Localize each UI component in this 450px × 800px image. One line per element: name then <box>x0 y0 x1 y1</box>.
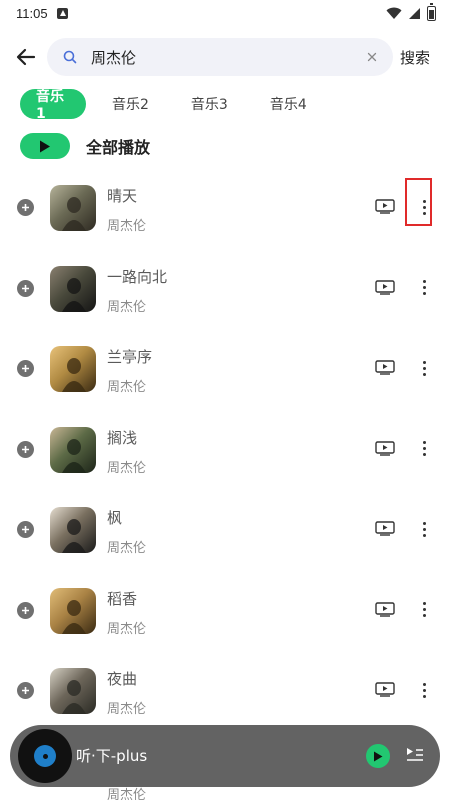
tab-music-1[interactable]: 音乐1 <box>20 89 86 122</box>
play-icon <box>40 140 50 152</box>
song-title: 一路向北 <box>107 267 168 286</box>
more-options-icon[interactable] <box>413 277 435 299</box>
song-title: 稻香 <box>107 589 138 608</box>
more-options-icon[interactable] <box>413 518 435 540</box>
search-input[interactable] <box>91 48 361 66</box>
album-cover <box>50 265 96 312</box>
tab-music-3[interactable]: 音乐3 <box>175 89 244 119</box>
album-cover <box>50 185 96 231</box>
clear-button[interactable] <box>361 46 383 68</box>
wifi-icon <box>386 7 402 19</box>
add-icon[interactable] <box>17 279 34 297</box>
tab-music-2[interactable]: 音乐2 <box>96 89 165 119</box>
album-cover <box>50 426 96 473</box>
video-icon[interactable] <box>375 440 395 456</box>
notification-icon <box>56 7 68 19</box>
mini-player-title: 听·下-plus <box>76 747 148 765</box>
play-all-button[interactable] <box>20 133 70 159</box>
tab-bar: 音乐1 音乐2 音乐3 音乐4 <box>20 88 333 122</box>
more-options-icon[interactable] <box>413 679 435 701</box>
album-cover <box>50 587 96 634</box>
song-artist: 周杰伦 <box>107 621 147 637</box>
mini-player[interactable]: 听·下-plus <box>10 725 440 787</box>
song-artist: 周杰伦 <box>107 380 147 395</box>
add-icon[interactable] <box>17 601 34 619</box>
add-icon[interactable] <box>17 199 34 216</box>
highlight-box <box>405 178 432 226</box>
tab-music-4[interactable]: 音乐4 <box>254 89 323 119</box>
song-artist: 周杰伦 <box>107 541 147 556</box>
album-disc-icon[interactable] <box>18 729 72 783</box>
song-artist: 周杰伦 <box>107 460 147 476</box>
play-all[interactable]: 全部播放 <box>20 133 150 159</box>
battery-icon <box>427 3 436 21</box>
video-icon[interactable] <box>375 682 395 697</box>
search-header: 搜索 <box>0 38 450 76</box>
back-arrow-icon <box>16 48 36 66</box>
song-title: 枫 <box>107 509 123 527</box>
song-title: 兰亭序 <box>107 348 153 366</box>
play-icon <box>374 751 383 761</box>
status-icons <box>386 3 436 21</box>
video-icon[interactable] <box>375 279 395 295</box>
song-title: 晴天 <box>107 187 138 205</box>
song-row[interactable]: 枫周杰伦 <box>0 489 450 570</box>
video-icon[interactable] <box>375 521 395 536</box>
song-row[interactable]: 兰亭序 周杰伦 <box>0 328 450 409</box>
close-icon <box>367 52 377 62</box>
signal-icon <box>409 7 420 19</box>
song-artist: 周杰伦 <box>107 299 147 315</box>
song-row[interactable]: 夜曲 周杰伦 <box>0 650 450 731</box>
song-row[interactable]: 一路向北 周杰伦 <box>0 248 450 329</box>
more-options-icon[interactable] <box>413 438 435 460</box>
song-title: 搁浅 <box>107 428 138 447</box>
search-box <box>47 38 393 76</box>
video-icon[interactable] <box>375 199 395 214</box>
play-all-label: 全部播放 <box>86 138 151 157</box>
more-options-icon[interactable] <box>413 357 435 379</box>
mini-play-button[interactable] <box>366 744 390 768</box>
video-icon[interactable] <box>375 360 395 375</box>
back-button[interactable] <box>12 43 40 71</box>
song-list: 晴天 周杰伦 一路向北 周杰伦 兰亭序 周杰伦 搁浅 周杰伦枫周杰伦 稻香 周杰伦 夜曲 周杰伦 <box>0 167 450 731</box>
song-title: 夜曲 <box>107 670 138 688</box>
video-icon[interactable] <box>375 601 395 617</box>
search-icon <box>61 48 79 66</box>
album-cover <box>50 668 96 714</box>
album-cover <box>50 346 96 392</box>
song-artist: 周杰伦 <box>107 219 147 234</box>
album-cover <box>50 507 96 553</box>
status-time: 11:05 <box>16 5 48 21</box>
add-icon[interactable] <box>17 682 34 699</box>
song-row[interactable]: 晴天 周杰伦 <box>0 167 450 248</box>
add-icon[interactable] <box>17 440 34 458</box>
song-artist: 周杰伦 <box>107 702 147 717</box>
playlist-icon[interactable] <box>405 745 425 765</box>
status-bar: 11:05 <box>0 0 450 26</box>
search-button[interactable]: 搜索 <box>400 47 430 68</box>
add-icon[interactable] <box>17 521 34 538</box>
song-row[interactable]: 稻香 周杰伦 <box>0 570 450 651</box>
add-icon[interactable] <box>17 360 34 377</box>
song-row[interactable]: 搁浅 周杰伦 <box>0 409 450 490</box>
more-options-icon[interactable] <box>413 599 435 621</box>
